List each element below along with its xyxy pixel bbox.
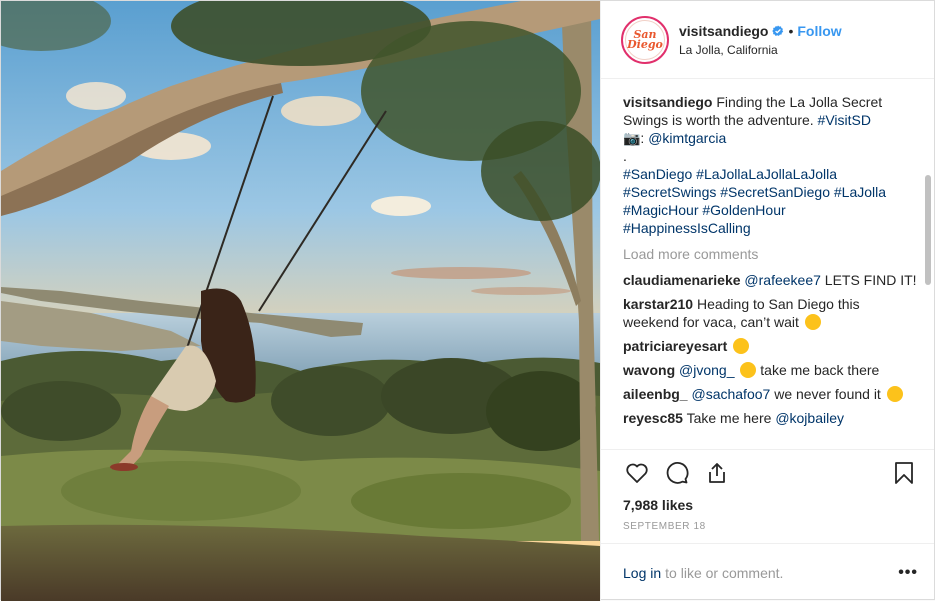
login-link[interactable]: Log in [623,565,661,581]
comment-username[interactable]: wavong [623,362,675,378]
load-more-comments-button[interactable]: Load more comments [623,245,918,263]
comment-username[interactable]: patriciareyesart [623,338,727,354]
smiling-face-emoji-icon [733,338,750,354]
comment-text: we never found it [774,386,881,402]
hugging-face-emoji-icon [804,314,821,330]
post-photo[interactable] [1,1,600,601]
comment-mention[interactable]: @sachafoo7 [691,386,770,402]
login-bar: Log in to like or comment. ••• [601,543,934,601]
action-bar [601,449,934,495]
save-button[interactable] [890,459,918,487]
avatar[interactable]: San Diego [621,15,669,64]
hashtag-link[interactable]: #VisitSD [818,112,871,128]
avatar-logo: San Diego [625,19,665,60]
verified-icon [772,25,784,36]
hashtags-line-4[interactable]: #HappinessIsCalling [623,219,918,237]
crying-face-emoji-icon [886,386,903,402]
comment-item: wavong @jvong_ take me back there [623,361,918,379]
post-location[interactable]: La Jolla, California [679,43,842,57]
comment-username[interactable]: karstar210 [623,296,693,312]
comment-item: reyesc85 Take me here @kojbailey [623,409,918,427]
more-options-icon[interactable]: ••• [898,564,918,582]
comment-username[interactable]: claudiamenarieke [623,272,741,288]
post-side-panel: San Diego visitsandiego • Follow La Joll… [600,1,934,601]
follow-button[interactable]: Follow [797,23,841,39]
comment-text: Take me here [686,410,772,426]
instagram-post: San Diego visitsandiego • Follow La Joll… [0,0,935,601]
header-username[interactable]: visitsandiego [679,23,768,39]
swing-photo-illustration [1,1,600,601]
comment-username[interactable]: aileenbg_ [623,386,688,402]
share-icon [709,462,725,483]
post-header: San Diego visitsandiego • Follow La Joll… [601,1,934,79]
heart-icon [626,463,648,483]
camera-icon: 📷: [623,130,645,146]
header-text: visitsandiego • Follow La Jolla, Califor… [679,23,842,57]
comment-icon [666,461,689,484]
like-button[interactable] [623,459,651,487]
hashtags-line-1[interactable]: #SanDiego #LaJollaLaJollaLaJolla [623,165,918,183]
hashtags-line-2[interactable]: #SecretSwings #SecretSanDiego #LaJolla [623,183,918,201]
login-prompt: to like or comment. [665,564,784,581]
comment-mention[interactable]: @rafeekee7 [744,272,820,288]
comment-item: karstar210 Heading to San Diego this wee… [623,295,918,331]
comments-scrollbar[interactable] [925,175,931,285]
header-separator: • [788,22,794,39]
comment-item: claudiamenarieke @rafeekee7 LETS FIND IT… [623,271,918,289]
likes-count[interactable]: 7,988 likes [601,495,934,515]
post-date: September 18 [623,521,706,532]
comment-button[interactable] [663,459,691,487]
post-caption: visitsandiego Finding the La Jolla Secre… [623,93,918,237]
header-row: visitsandiego • Follow [679,23,842,39]
credit-mention-link[interactable]: @kimtgarcia [648,130,726,146]
caption-text: visitsandiego Finding the La Jolla Secre… [623,93,918,129]
comment-text: take me back there [760,362,880,378]
comments-section[interactable]: visitsandiego Finding the La Jolla Secre… [601,79,934,449]
comment-mention[interactable]: @jvong_ [679,362,734,378]
crying-face-emoji-icon [740,362,757,378]
hashtags-line-3[interactable]: #MagicHour #GoldenHour [623,201,918,219]
caption-dot: . [623,148,627,164]
comment-text: LETS FIND IT! [824,272,917,288]
bookmark-icon [895,461,913,484]
comment-item: patriciareyesart [623,337,918,355]
caption-username[interactable]: visitsandiego [623,94,712,110]
share-button[interactable] [703,459,731,487]
comment-item: aileenbg_ @sachafoo7 we never found it [623,385,918,403]
comment-mention[interactable]: @kojbailey [775,410,844,426]
caption-credit-line: 📷: @kimtgarcia [623,129,918,147]
comment-username[interactable]: reyesc85 [623,410,683,426]
